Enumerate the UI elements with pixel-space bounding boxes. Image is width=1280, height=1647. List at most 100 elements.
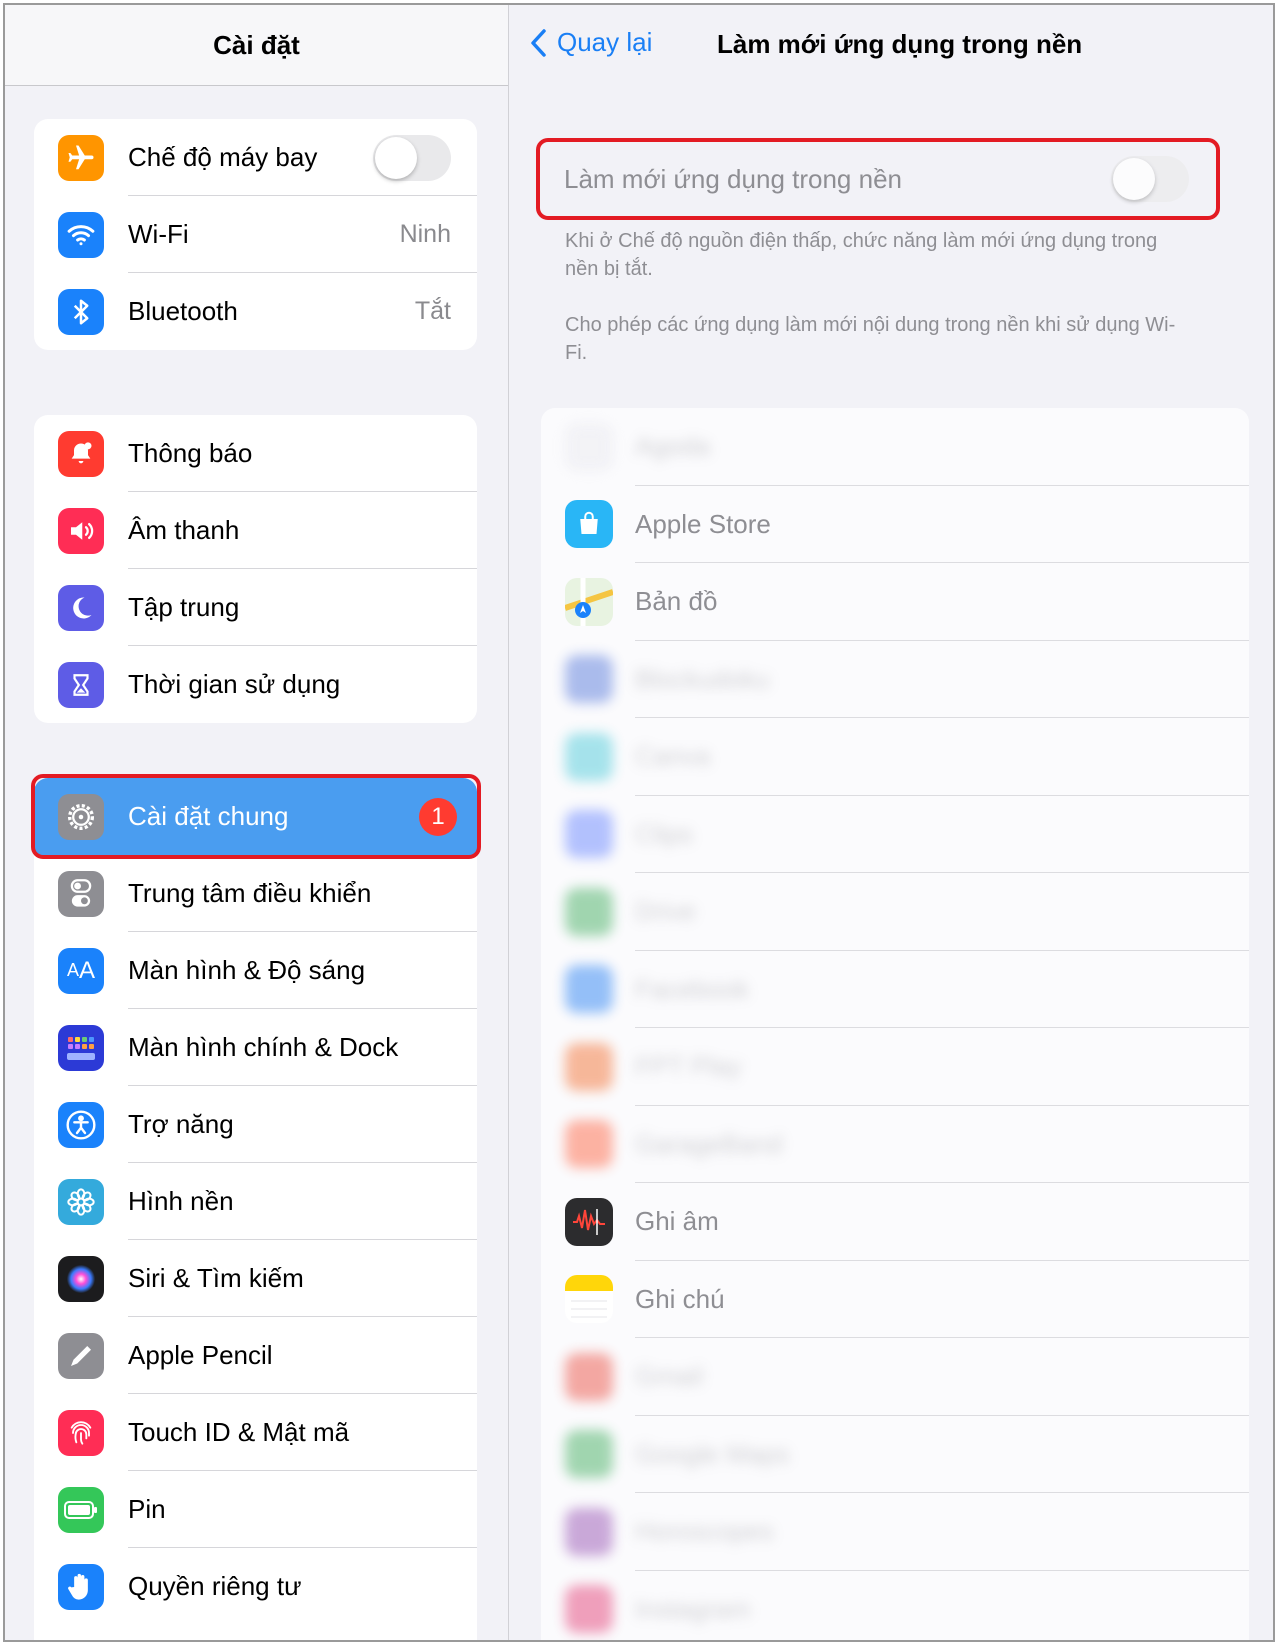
voice-memo-icon — [565, 1197, 613, 1246]
sidebar-item-label: Âm thanh — [128, 515, 240, 545]
app-row[interactable]: Horoscopes — [541, 1493, 1249, 1571]
app-name: Blockudoku — [635, 663, 770, 694]
page-title: Làm mới ứng dụng trong nền — [717, 29, 1083, 59]
app-row[interactable]: Canva — [541, 718, 1249, 796]
sidebar-item-label: Quyền riêng tư — [128, 1571, 302, 1601]
sidebar-item-bluetooth[interactable]: Bluetooth Tắt — [34, 273, 477, 350]
sidebar-item-home-screen-dock[interactable]: Màn hình chính & Dock — [34, 1009, 477, 1086]
sidebar-item-label: Màn hình chính & Dock — [128, 1032, 399, 1062]
home-grid-icon — [58, 1024, 104, 1071]
settings-sidebar: Cài đặt Chế độ máy bay Wi-Fi Ninh Blueto… — [5, 5, 509, 1640]
sidebar-item-label: Chế độ máy bay — [128, 142, 318, 172]
app-name: Canva — [635, 741, 711, 772]
app-row[interactable]: Clips — [541, 796, 1249, 873]
hand-icon — [58, 1563, 104, 1610]
back-button[interactable]: Quay lại — [529, 27, 652, 58]
app-row[interactable]: Bản đồ — [541, 563, 1249, 641]
app-row[interactable]: Drive — [541, 873, 1249, 951]
maps-icon — [565, 577, 613, 626]
highlight-box-general — [31, 774, 481, 859]
wifi-icon — [58, 211, 104, 258]
low-power-footnote: Khi ở Chế độ nguồn điện thấp, chức năng … — [565, 230, 1158, 280]
sidebar-item-label: Wi-Fi — [128, 219, 189, 249]
app-name: Google Maps — [635, 1438, 790, 1469]
sidebar-title: Cài đặt — [5, 5, 508, 86]
sidebar-item-notifications[interactable]: Thông báo — [34, 415, 477, 492]
sidebar-item-apple-pencil[interactable]: Apple Pencil — [34, 1317, 477, 1394]
google-maps-icon — [565, 1430, 613, 1479]
highlight-box-refresh — [536, 138, 1220, 220]
app-row[interactable]: Ghi âm — [541, 1183, 1249, 1261]
wifi-network-value: Ninh — [399, 220, 451, 248]
sidebar-item-label: Trợ năng — [128, 1109, 234, 1139]
back-label: Quay lại — [557, 27, 653, 57]
apple-store-icon — [565, 500, 613, 549]
sidebar-item-label: Pin — [128, 1494, 166, 1524]
app-name: Apple Store — [635, 508, 771, 539]
app-name: Ghi chú — [635, 1283, 725, 1314]
sidebar-item-screen-time[interactable]: Thời gian sử dụng — [34, 646, 477, 723]
sidebar-item-label: Siri & Tìm kiếm — [128, 1263, 304, 1293]
app-row[interactable]: GarageBand — [541, 1106, 1249, 1183]
app-row[interactable]: Gmail — [541, 1338, 1249, 1416]
sidebar-item-label: Thông báo — [128, 438, 253, 468]
app-name: Agoda — [635, 431, 711, 462]
sidebar-item-focus[interactable]: Tập trung — [34, 569, 477, 646]
canva-icon — [565, 732, 613, 781]
sidebar-item-battery[interactable]: Pin — [34, 1471, 477, 1548]
app-name: Drive — [635, 896, 696, 927]
app-row[interactable]: Apple Store — [541, 486, 1249, 563]
app-row[interactable]: Google Maps — [541, 1416, 1249, 1493]
text-size-icon: AA — [58, 947, 104, 994]
sidebar-item-label: Apple Pencil — [128, 1340, 273, 1370]
app-name: Horoscopes — [635, 1516, 774, 1547]
instagram-icon — [565, 1585, 613, 1634]
screen-frame: Cài đặt Chế độ máy bay Wi-Fi Ninh Blueto… — [3, 3, 1275, 1642]
sidebar-item-accessibility[interactable]: Trợ năng — [34, 1086, 477, 1163]
sidebar-item-wifi[interactable]: Wi-Fi Ninh — [34, 196, 477, 273]
app-row[interactable]: Ghi chú — [541, 1261, 1249, 1338]
switches-icon — [58, 870, 104, 917]
sidebar-item-label: Bluetooth — [128, 296, 238, 326]
flower-icon — [58, 1178, 104, 1225]
app-row[interactable]: Instagram — [541, 1571, 1249, 1641]
sidebar-item-privacy[interactable]: Quyền riêng tư — [34, 1548, 477, 1625]
sidebar-item-display-brightness[interactable]: AA Màn hình & Độ sáng — [34, 932, 477, 1009]
drive-icon — [565, 887, 613, 936]
bell-icon — [58, 430, 104, 477]
chevron-left-icon — [531, 28, 546, 57]
sidebar-item-wallpaper[interactable]: Hình nền — [34, 1163, 477, 1240]
app-list: Agoda Apple Store Bản đồ Blockudoku Canva Cli… — [541, 408, 1249, 1641]
sidebar-item-siri-search[interactable]: Siri & Tìm kiếm — [34, 1240, 477, 1317]
general-group: Cài đặt chung 1 Trung tâm điều khiển AA … — [34, 778, 477, 1640]
siri-icon — [58, 1255, 104, 1302]
sidebar-item-sounds[interactable]: Âm thanh — [34, 492, 477, 569]
fpt-play-icon — [565, 1042, 613, 1091]
fingerprint-icon — [58, 1409, 104, 1456]
facebook-icon — [565, 965, 613, 1014]
app-row[interactable]: Agoda — [541, 408, 1249, 486]
hourglass-icon — [58, 661, 104, 708]
app-row[interactable]: Blockudoku — [541, 641, 1249, 718]
app-row[interactable]: FPT Play — [541, 1028, 1249, 1106]
pencil-icon — [58, 1332, 104, 1379]
blocks-icon — [565, 655, 613, 704]
app-name: Bản đồ — [635, 586, 718, 617]
sidebar-item-airplane-mode[interactable]: Chế độ máy bay — [34, 119, 477, 196]
sidebar-item-touch-id-passcode[interactable]: Touch ID & Mật mã — [34, 1394, 477, 1471]
bluetooth-status-value: Tắt — [414, 297, 451, 325]
speaker-icon — [58, 507, 104, 554]
app-name: Gmail — [635, 1361, 703, 1392]
sidebar-item-label: Thời gian sử dụng — [128, 669, 341, 699]
airplane-icon — [58, 134, 104, 181]
gmail-icon — [565, 1352, 613, 1401]
sidebar-item-control-center[interactable]: Trung tâm điều khiển — [34, 855, 477, 932]
airplane-mode-toggle[interactable] — [373, 134, 451, 181]
sidebar-item-label: Màn hình & Độ sáng — [128, 955, 366, 985]
moon-icon — [58, 584, 104, 631]
notes-icon — [565, 1275, 613, 1324]
app-name: Ghi âm — [635, 1206, 719, 1237]
toggle-knob — [375, 136, 417, 179]
notifications-group: Thông báo Âm thanh Tập trung Thời gian s… — [34, 415, 477, 723]
app-row[interactable]: Facebook — [541, 951, 1249, 1028]
